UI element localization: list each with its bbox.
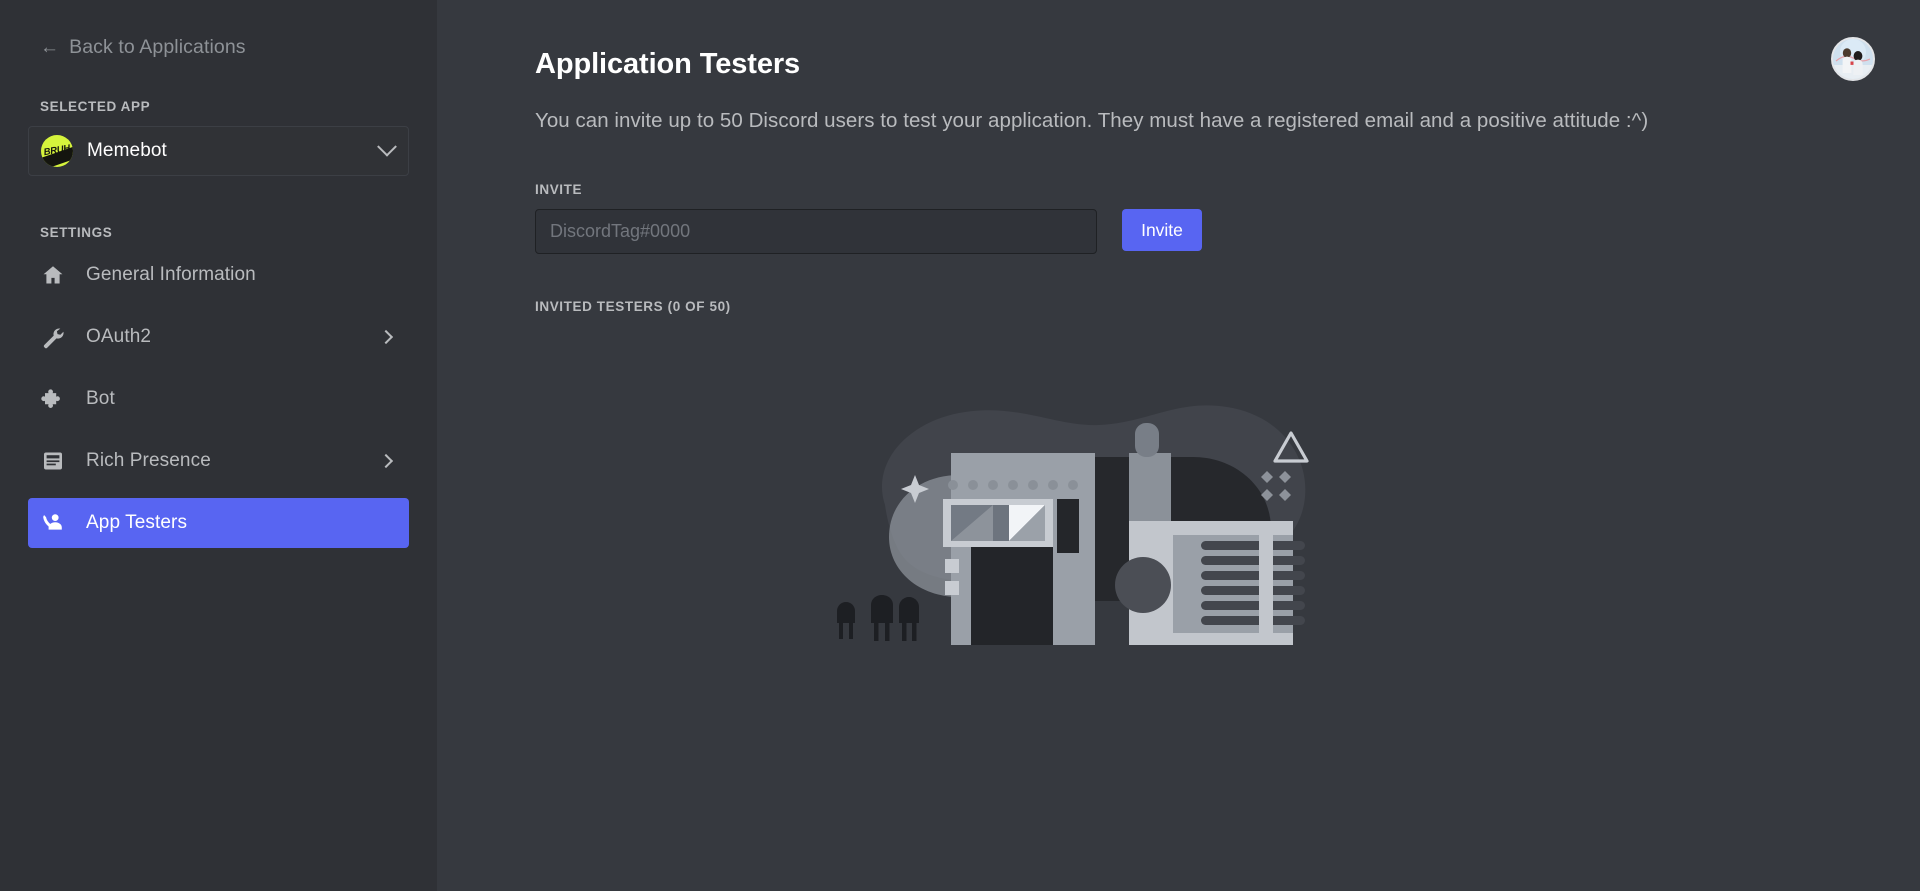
invite-button[interactable]: Invite: [1122, 209, 1202, 251]
user-avatar[interactable]: [1831, 37, 1875, 81]
invited-testers-label: INVITED TESTERS (0 OF 50): [535, 299, 1870, 314]
chevron-right-icon: [379, 454, 393, 468]
settings-heading: SETTINGS: [40, 225, 409, 240]
back-to-applications-link[interactable]: ← Back to Applications: [40, 36, 409, 59]
page-title: Application Testers: [535, 0, 1870, 81]
invite-row: Invite: [535, 209, 1870, 254]
empty-state-illustration: [827, 395, 1367, 645]
sidebar-item-oauth2[interactable]: OAuth2: [28, 312, 409, 362]
selected-app-name: Memebot: [87, 140, 380, 162]
app-avatar-text: BRUH: [41, 135, 73, 167]
main-content: Application Testers You can invite up to…: [437, 0, 1920, 891]
home-icon: [40, 262, 66, 288]
app-avatar-memebot: BRUH: [41, 135, 73, 167]
app-root: ← Back to Applications SELECTED APP BRUH…: [0, 0, 1920, 891]
wrench-icon: [40, 324, 66, 350]
sidebar-item-label: Rich Presence: [86, 450, 381, 472]
sidebar-item-rich-presence[interactable]: Rich Presence: [28, 436, 409, 486]
sidebar-item-bot[interactable]: Bot: [28, 374, 409, 424]
invite-field-label: INVITE: [535, 182, 1870, 197]
sidebar-item-label: General Information: [86, 264, 397, 286]
sidebar-item-general-information[interactable]: General Information: [28, 250, 409, 300]
list-card-icon: [40, 448, 66, 474]
back-to-applications-label: Back to Applications: [69, 36, 246, 59]
chevron-right-icon: [379, 330, 393, 344]
invite-input[interactable]: [535, 209, 1097, 254]
sidebar: ← Back to Applications SELECTED APP BRUH…: [0, 0, 437, 891]
selected-app-dropdown[interactable]: BRUH Memebot: [28, 126, 409, 176]
puzzle-piece-icon: [40, 386, 66, 412]
sidebar-item-label: App Testers: [86, 512, 397, 534]
chevron-down-icon: [377, 137, 397, 157]
page-description: You can invite up to 50 Discord users to…: [535, 109, 1870, 133]
sidebar-item-app-testers[interactable]: App Testers: [28, 498, 409, 548]
selected-app-heading: SELECTED APP: [40, 99, 409, 114]
arrow-left-icon: ←: [40, 38, 59, 57]
person-support-icon: [40, 510, 66, 536]
sidebar-item-label: OAuth2: [86, 326, 381, 348]
sidebar-nav: General Information OAuth2 Bot: [28, 250, 409, 548]
sidebar-item-label: Bot: [86, 388, 397, 410]
